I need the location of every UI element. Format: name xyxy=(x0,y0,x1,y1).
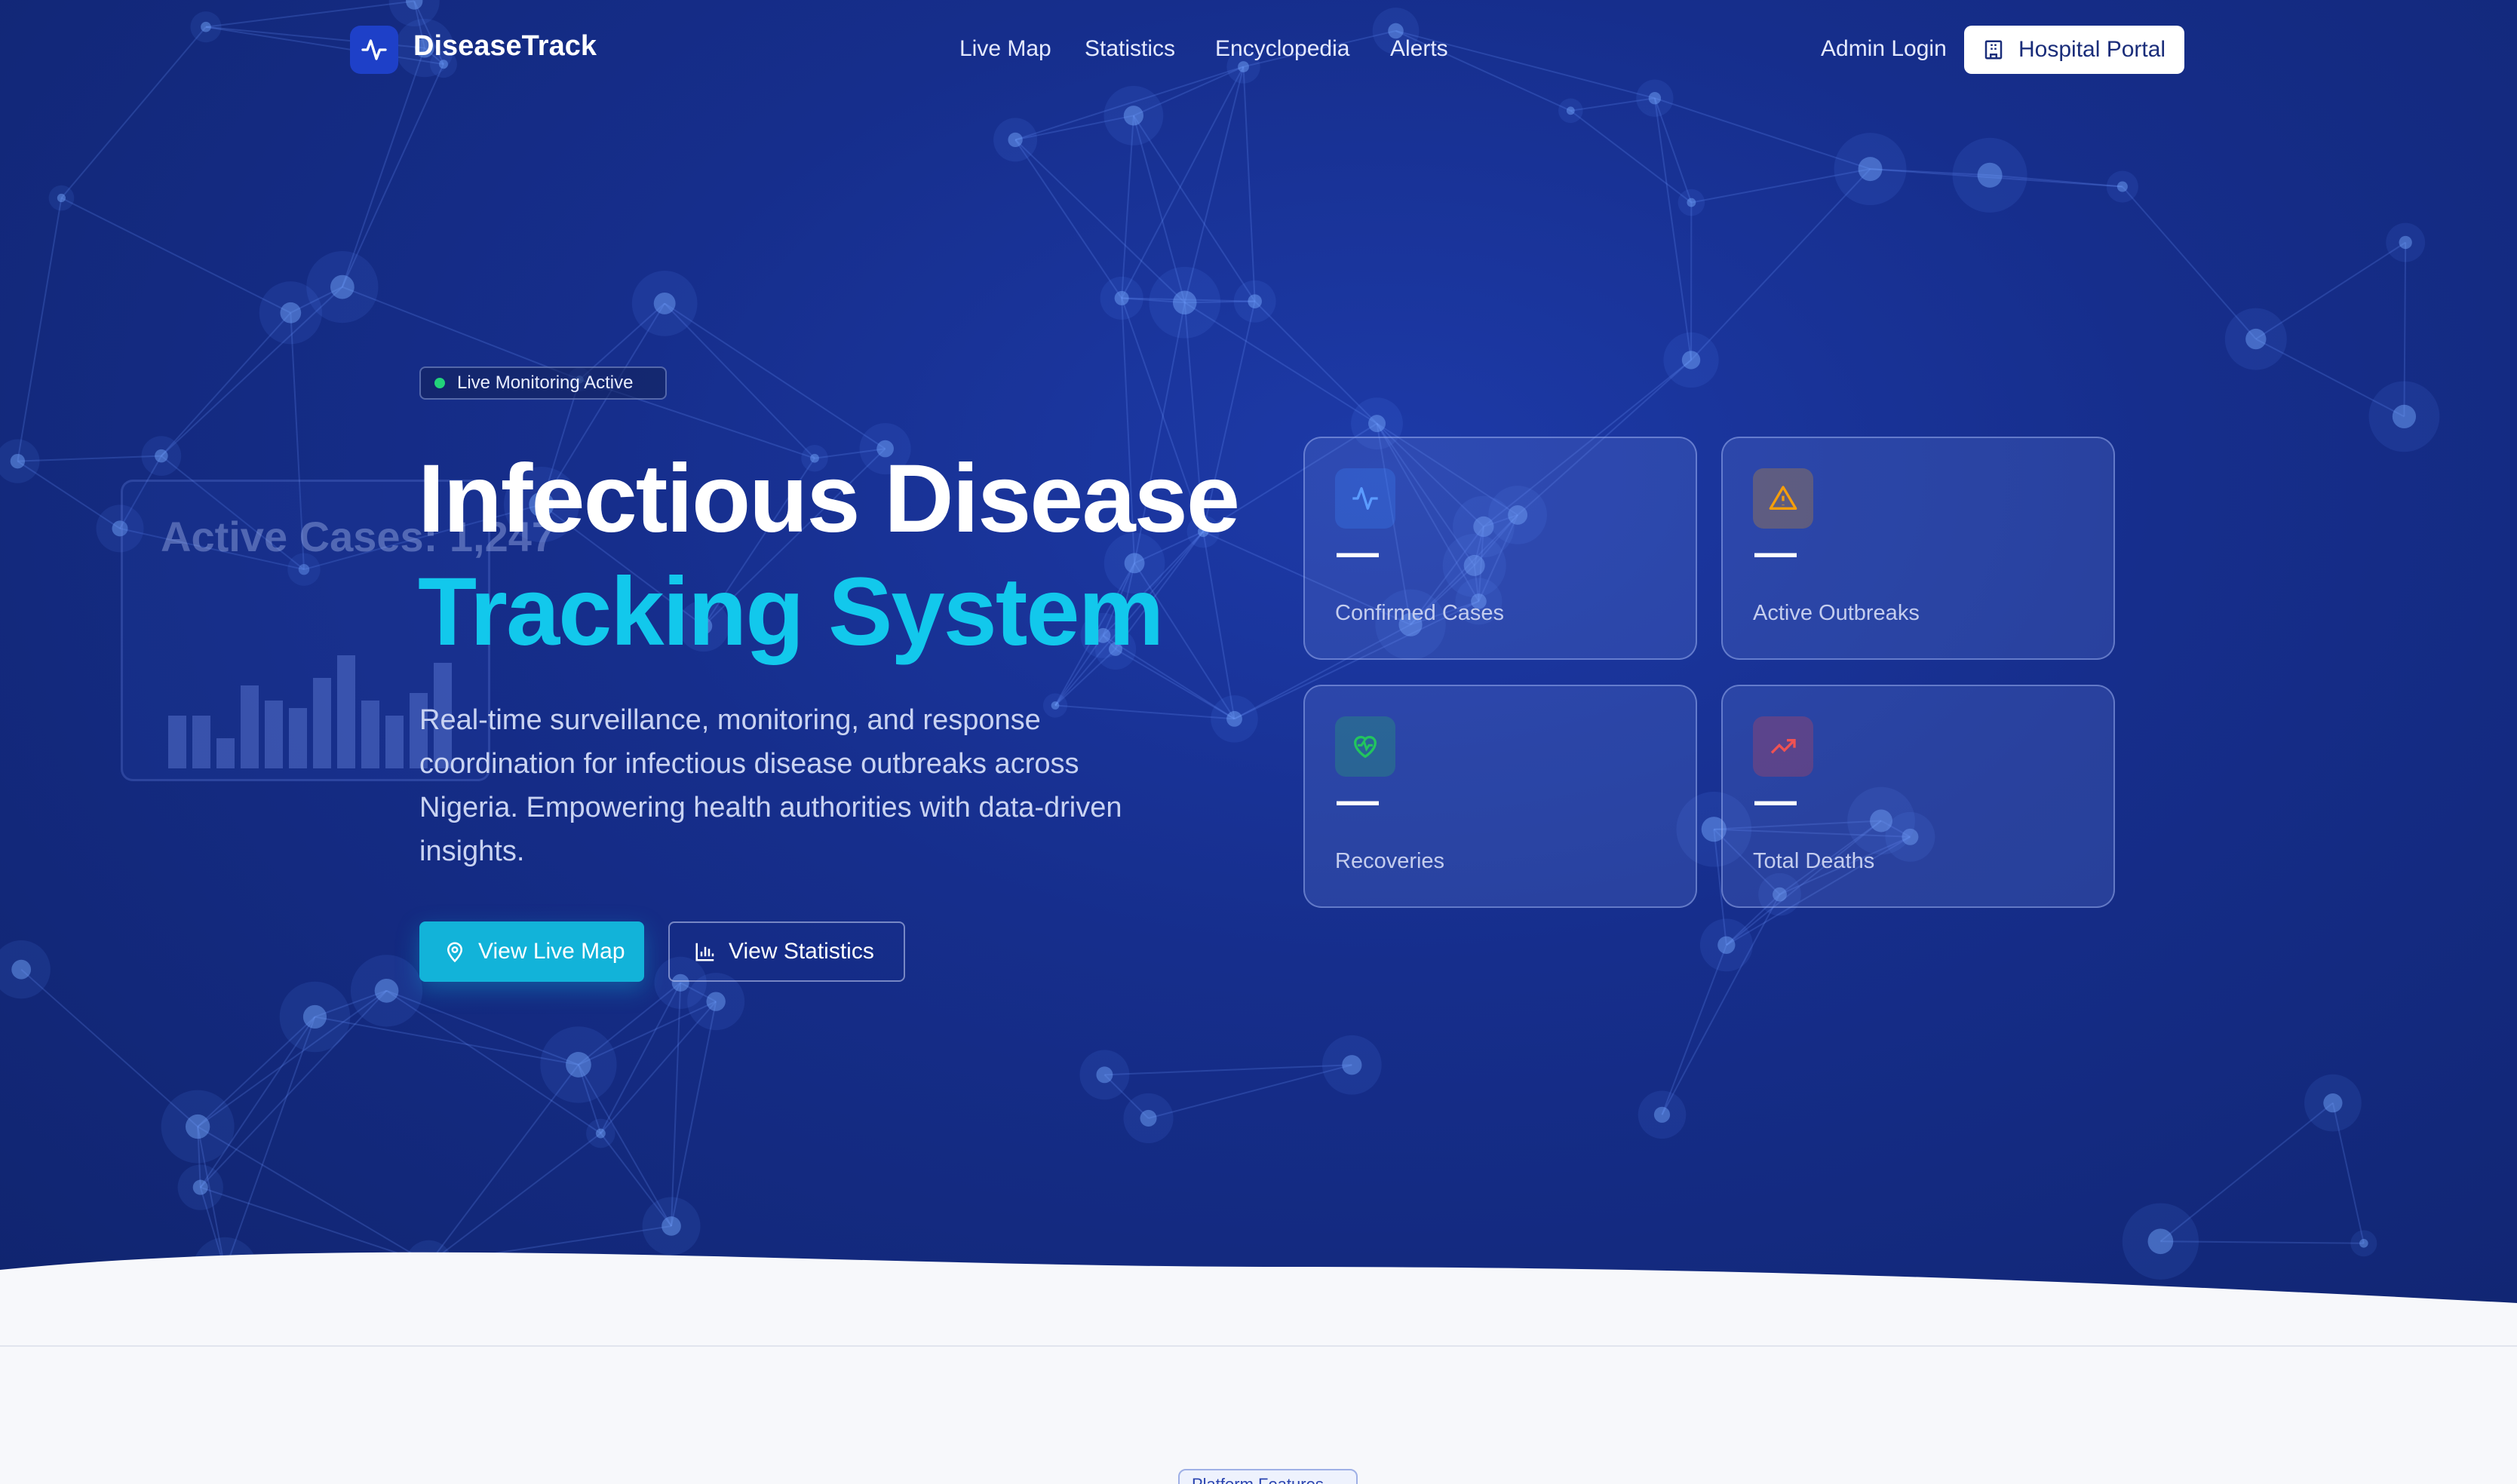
stat-card-active-outbreaks: — Active Outbreaks xyxy=(1721,437,2115,660)
stat-value: — xyxy=(1754,776,1797,823)
stat-value: — xyxy=(1337,528,1379,575)
logo[interactable] xyxy=(350,26,398,74)
hospital-portal-label: Hospital Portal xyxy=(2018,37,2166,62)
brand-name[interactable]: DiseaseTrack xyxy=(413,30,597,63)
view-statistics-label: View Statistics xyxy=(729,939,874,964)
trending-up-icon xyxy=(1753,716,1813,777)
live-monitoring-badge: Live Monitoring Active xyxy=(419,366,667,400)
hero-description: Real-time surveillance, monitoring, and … xyxy=(419,704,1122,867)
hero-title-line2: Tracking System xyxy=(418,558,1164,666)
live-status-dot xyxy=(434,378,445,388)
bar-chart-icon xyxy=(695,943,714,961)
warning-triangle-icon xyxy=(1753,468,1813,529)
heart-pulse-icon xyxy=(1335,716,1395,777)
stat-label: Recoveries xyxy=(1335,849,1445,873)
hero-title-line1: Infectious Disease xyxy=(418,445,1240,553)
pulse-logo-icon xyxy=(361,39,387,60)
stat-card-total-deaths: — Total Deaths xyxy=(1721,685,2115,908)
stat-label: Active Outbreaks xyxy=(1753,601,1920,625)
view-live-map-label: View Live Map xyxy=(478,939,625,964)
admin-login-link[interactable]: Admin Login xyxy=(1821,36,1947,62)
map-pin-icon xyxy=(447,942,463,963)
stat-label: Total Deaths xyxy=(1753,849,1875,873)
live-badge-label: Live Monitoring Active xyxy=(457,373,634,393)
stat-value: — xyxy=(1754,528,1797,575)
nav-link-statistics[interactable]: Statistics xyxy=(1085,36,1175,62)
platform-features-badge: Platform Features xyxy=(1178,1469,1358,1484)
nav-link-alerts[interactable]: Alerts xyxy=(1390,36,1448,62)
activity-icon xyxy=(1335,468,1395,529)
stat-card-recoveries: — Recoveries xyxy=(1303,685,1697,908)
stat-card-confirmed-cases: — Confirmed Cases xyxy=(1303,437,1697,660)
features-section xyxy=(0,1345,2517,1484)
nav-link-live-map[interactable]: Live Map xyxy=(959,36,1051,62)
view-statistics-button[interactable]: View Statistics xyxy=(668,921,905,982)
hospital-portal-button[interactable]: Hospital Portal xyxy=(1964,26,2184,74)
nav-link-encyclopedia[interactable]: Encyclopedia xyxy=(1215,36,1349,62)
hero-wave-divider xyxy=(0,1252,2517,1350)
stat-value: — xyxy=(1337,776,1379,823)
stat-label: Confirmed Cases xyxy=(1335,601,1505,625)
view-live-map-button[interactable]: View Live Map xyxy=(419,921,644,982)
hospital-building-icon xyxy=(1984,40,2003,60)
top-navbar: DiseaseTrack Live Map Statistics Encyclo… xyxy=(0,0,2517,101)
hero-section: Active Cases: 1,247 DiseaseTrack Live Ma… xyxy=(0,0,2517,1350)
